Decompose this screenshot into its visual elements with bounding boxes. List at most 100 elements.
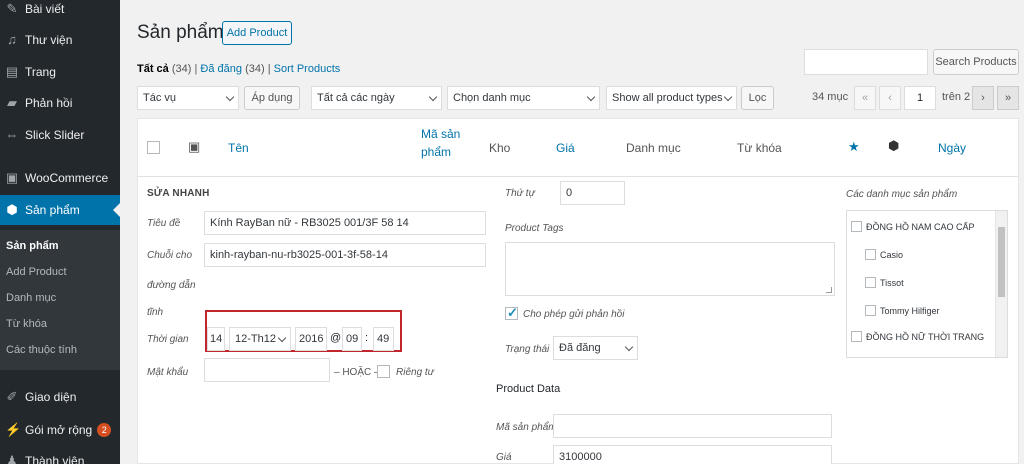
submenu-item-tags[interactable]: Từ khóa — [6, 318, 47, 330]
colon-separator: : — [365, 332, 369, 344]
category-checkbox[interactable] — [865, 249, 876, 260]
sidebar-item-plugins[interactable]: ⚡ Gói mở rộng 2 — [0, 415, 120, 445]
column-name[interactable]: Tên — [228, 141, 249, 155]
bulk-action-select[interactable]: Tác vụ — [137, 86, 239, 110]
submenu-item-categories[interactable]: Danh mục — [6, 292, 56, 304]
plugin-icon: ⚡ — [5, 422, 22, 437]
status-label: Trạng thái — [505, 344, 550, 355]
category-checkbox[interactable] — [851, 221, 862, 232]
sidebar-item-appearance[interactable]: ✐ Giao diện — [0, 382, 120, 412]
tags-textarea[interactable] — [505, 242, 835, 296]
first-page-button[interactable]: « — [854, 86, 876, 110]
submenu-item-attributes[interactable]: Các thuộc tính — [6, 344, 77, 356]
column-price[interactable]: Giá — [556, 141, 575, 155]
list-item[interactable]: Casio — [865, 249, 903, 260]
box-icon: ⬢ — [888, 138, 900, 153]
column-sku-line1: Mã sản — [421, 127, 461, 141]
categories-scrollbar[interactable] — [995, 211, 1007, 357]
month-select[interactable]: 12-Th12 — [229, 327, 291, 351]
status-select[interactable]: Đã đăng — [553, 336, 638, 360]
filter-separator: | — [267, 63, 271, 75]
password-label: Mật khẩu — [147, 367, 189, 378]
column-categories: Danh mục — [626, 141, 681, 155]
sidebar-item-slick-slider[interactable]: ⇔ Slick Slider — [0, 120, 120, 150]
list-item[interactable]: ĐỒNG HỒ NAM CAO CẤP — [851, 221, 975, 232]
select-all-checkbox[interactable] — [147, 141, 160, 154]
status-value: Đã đăng — [559, 342, 601, 354]
chevron-down-icon — [723, 92, 733, 102]
products-submenu: Sản phẩm Add Product Danh mục Từ khóa Cá… — [0, 230, 120, 370]
next-page-button[interactable]: › — [972, 86, 994, 110]
apply-button[interactable]: Áp dụng — [244, 86, 300, 110]
date-filter-value: Tất cả các ngày — [317, 92, 395, 104]
filter-all[interactable]: Tất cả — [137, 63, 169, 75]
product-type-select[interactable]: Show all product types — [606, 86, 737, 110]
media-icon: ♫ — [7, 32, 17, 47]
title-input[interactable]: Kính RayBan nữ - RB3025 001/3F 58 14 — [204, 211, 486, 235]
chevron-down-icon — [225, 92, 235, 102]
total-pages: trên 2 — [942, 91, 971, 103]
sidebar-item-comments[interactable]: ▰ Phản hồi — [0, 88, 120, 118]
list-item[interactable]: Tommy Hilfiger — [865, 305, 940, 316]
submenu-item-add-product[interactable]: Add Product — [6, 266, 67, 278]
filter-published-count: (34) — [245, 63, 265, 75]
sku-input[interactable] — [553, 414, 832, 438]
chevron-down-icon — [624, 342, 634, 352]
last-page-button[interactable]: » — [997, 86, 1019, 110]
sidebar-item-label: Thành viên — [25, 454, 85, 464]
search-products-button[interactable]: Search Products — [933, 49, 1019, 75]
day-input[interactable]: 14 — [207, 327, 225, 351]
column-sku[interactable]: Mã sản phẩm — [421, 127, 460, 159]
password-input[interactable] — [204, 358, 330, 382]
year-input[interactable]: 2016 — [295, 327, 327, 351]
sidebar-item-label: Slick Slider — [25, 128, 85, 142]
filter-button[interactable]: Lọc — [741, 86, 774, 110]
minute-input[interactable]: 49 — [373, 327, 394, 351]
price-label: Giá — [496, 452, 512, 463]
image-icon: ▣ — [188, 139, 201, 154]
hour-input[interactable]: 09 — [342, 327, 362, 351]
scroll-thumb[interactable] — [998, 227, 1005, 297]
month-value: 12-Th12 — [235, 333, 276, 345]
private-checkbox[interactable] — [377, 365, 390, 378]
category-checkbox[interactable] — [865, 305, 876, 316]
filter-separator: | — [194, 63, 198, 75]
category-checkbox[interactable] — [851, 331, 862, 342]
star-icon[interactable]: ★ — [848, 139, 860, 155]
sidebar-item-label: Giao diện — [25, 390, 77, 404]
user-icon: ♟ — [6, 453, 18, 464]
slug-input[interactable]: kinh-rayban-nu-rb3025-001-3f-58-14 — [204, 243, 486, 267]
brush-icon: ✐ — [6, 389, 18, 404]
sidebar-item-label: Thư viện — [25, 33, 73, 47]
prev-page-button[interactable]: ‹ — [879, 86, 901, 110]
category-name: Tommy Hilfiger — [880, 305, 940, 316]
sidebar-item-users[interactable]: ♟ Thành viên — [0, 446, 120, 464]
date-filter-select[interactable]: Tất cả các ngày — [311, 86, 442, 110]
current-page-input[interactable]: 1 — [904, 86, 936, 110]
price-input[interactable]: 3100000 — [553, 445, 832, 464]
sidebar-item-products[interactable]: ⬢ Sản phẩm — [0, 195, 120, 225]
sidebar-item-posts[interactable]: ✎ Bài viết — [0, 0, 120, 24]
sort-products-link[interactable]: Sort Products — [274, 63, 341, 75]
filter-published[interactable]: Đã đăng — [200, 63, 242, 75]
add-product-button[interactable]: Add Product — [222, 21, 292, 45]
product-categories-list[interactable]: ĐỒNG HỒ NAM CAO CẤP Casio Tissot Tommy H… — [846, 210, 1008, 358]
sidebar-item-media[interactable]: ♫ Thư viện — [0, 25, 120, 55]
or-label: – HOẶC – — [334, 367, 380, 378]
list-item[interactable]: ĐỒNG HỒ NỮ THỜI TRANG — [851, 331, 984, 342]
category-checkbox[interactable] — [865, 277, 876, 288]
chevron-down-icon — [277, 333, 287, 343]
submenu-item-products[interactable]: Sản phẩm — [6, 240, 59, 252]
sidebar-item-woocommerce[interactable]: ▣ WooCommerce — [0, 163, 120, 193]
woocommerce-icon: ▣ — [5, 170, 19, 185]
category-name: Casio — [880, 249, 904, 260]
update-count-badge: 2 — [97, 423, 112, 437]
order-input[interactable]: 0 — [560, 181, 625, 205]
category-filter-select[interactable]: Chọn danh mục — [447, 86, 600, 110]
allow-comments-checkbox[interactable] — [505, 305, 518, 321]
sidebar-item-pages[interactable]: ▤ Trang — [0, 57, 120, 87]
column-date[interactable]: Ngày — [938, 141, 966, 155]
list-item[interactable]: Tissot — [865, 277, 904, 288]
search-input[interactable] — [804, 49, 928, 75]
resize-grip-icon[interactable] — [826, 287, 832, 293]
